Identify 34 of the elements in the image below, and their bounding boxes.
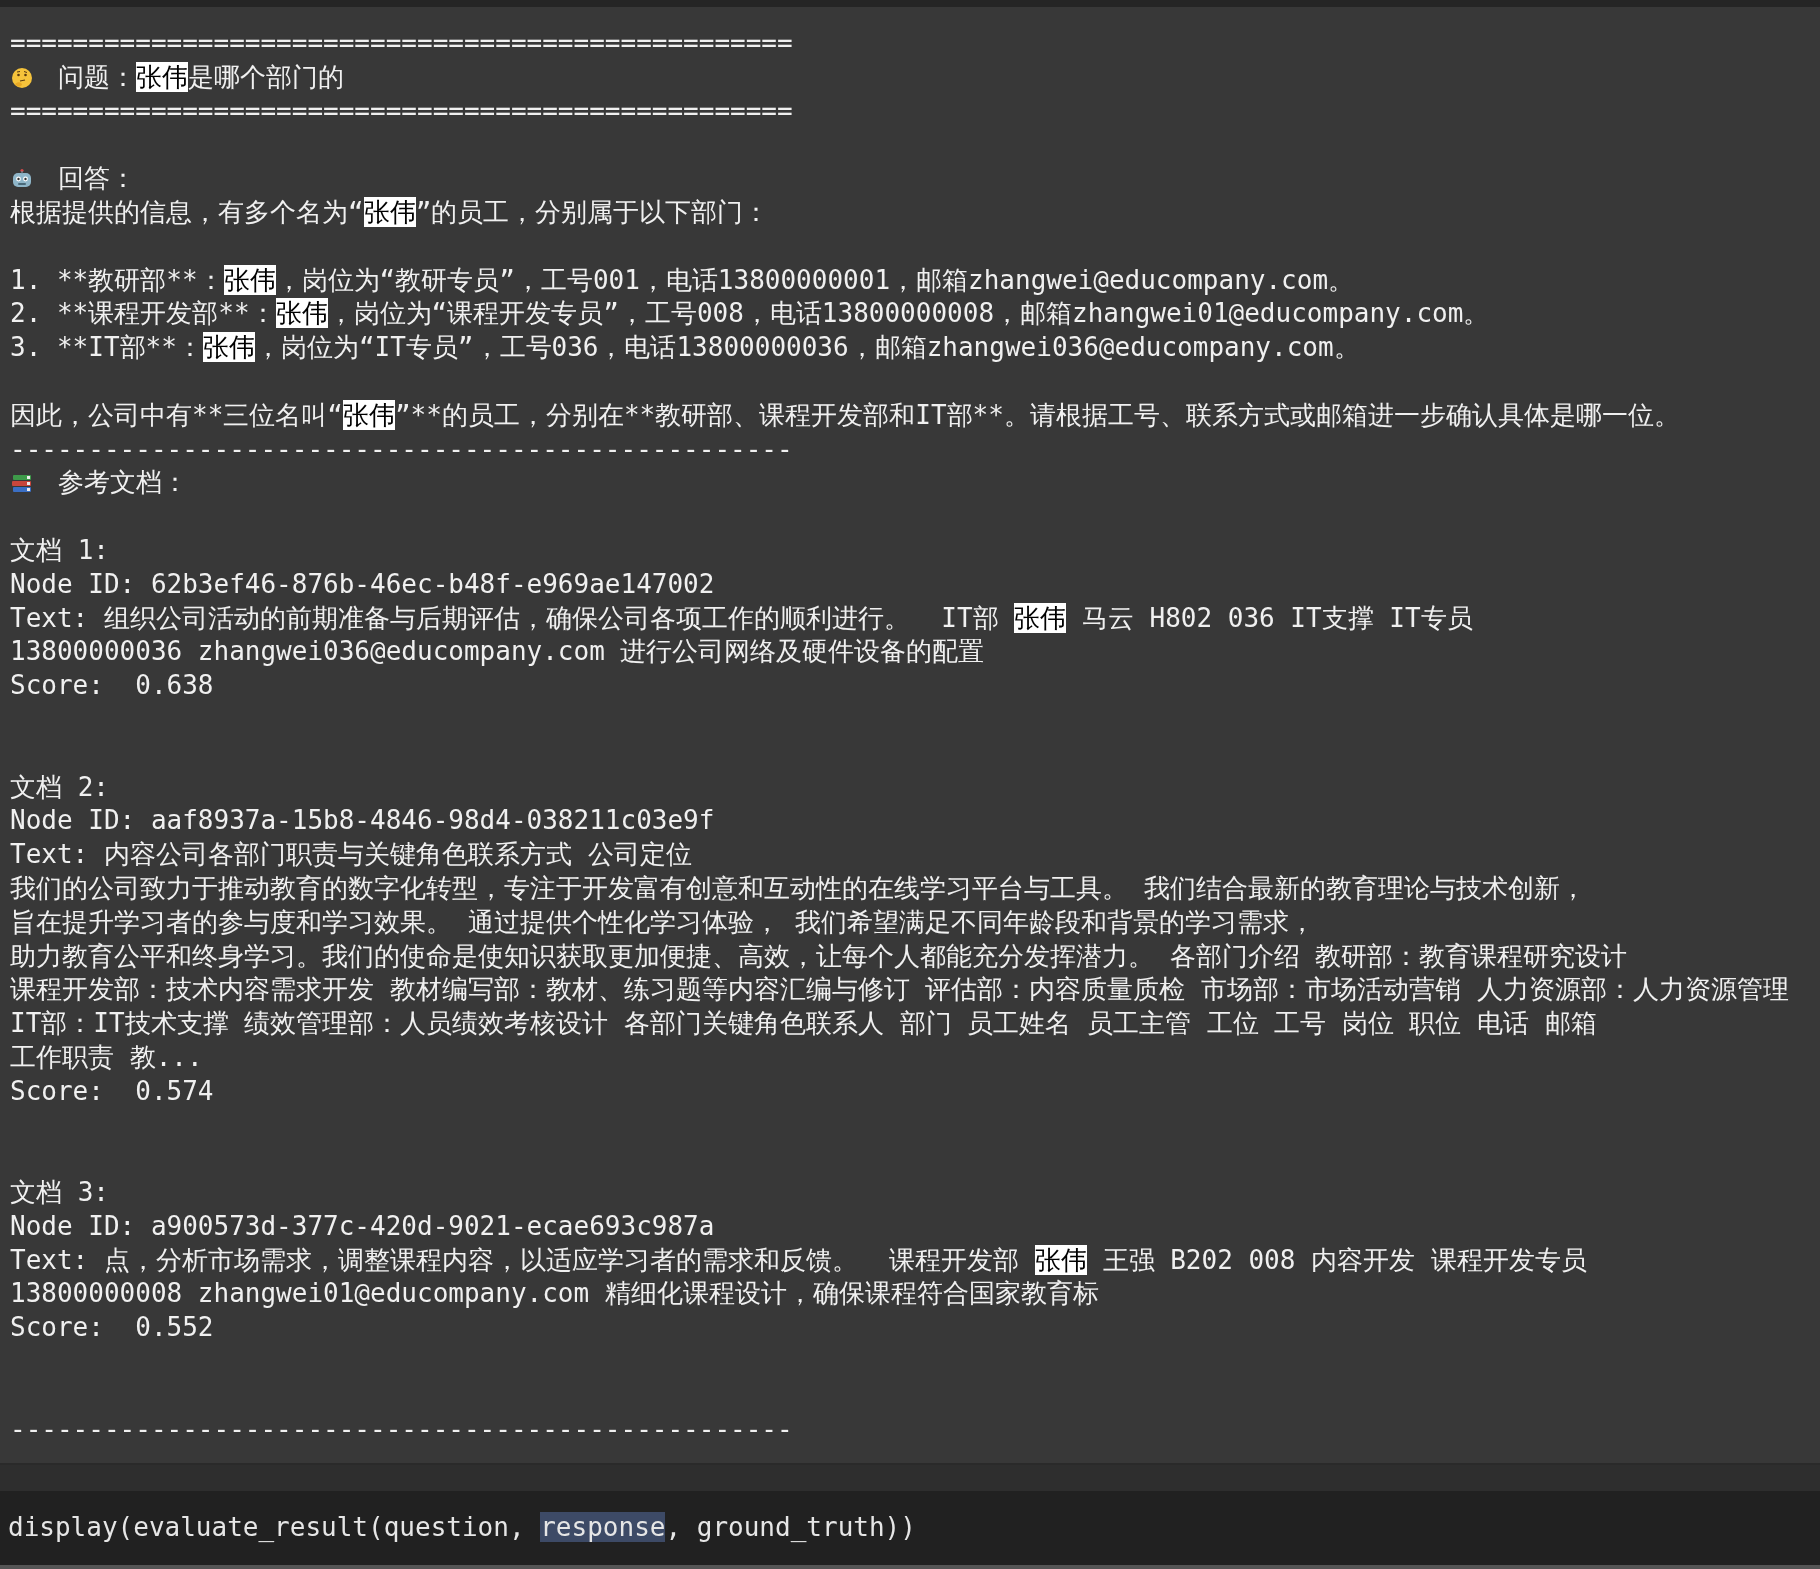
output-line: 3. **IT部**：张伟，岗位为“IT专员”，工号036，电话13800000036，邮箱zhangwei036@educompany.com。: [10, 331, 1360, 365]
output-line: --------------------------------------------------: [10, 1412, 793, 1446]
output-line: IT部：IT技术支撑 绩效管理部：人员绩效考核设计 各部门关键角色联系人 部门 员工姓名 员工主管 工位 工号 岗位 职位 电话 邮箱: [10, 1007, 1597, 1041]
output-line: 工作职责 教...: [10, 1040, 203, 1074]
output-line: 根据提供的信息，有多个名为“张伟”的员工，分别属于以下部门：: [10, 196, 770, 229]
output-line: Text: 点，分析市场需求，调整课程内容，以适应学习者的需求和反馈。 课程开发部 张伟 王强 B202 008 内容开发 课程开发专员: [10, 1243, 1587, 1277]
code-cell[interactable]: display(evaluate_result(question, response, ground_truth)): [0, 1491, 1820, 1569]
output-line: 1. **教研部**：张伟，岗位为“教研专员”，工号001，电话13800000001，邮箱zhangwei@educompany.com。: [10, 263, 1355, 297]
output-line: 2. **课程开发部**：张伟，岗位为“课程开发专员”，工号008，电话13800000008，邮箱zhangwei01@educompany.com。: [10, 297, 1490, 331]
output-line: 课程开发部：技术内容需求开发 教材编写部：教材、练习题等内容汇编与修订 评估部：内容质量质检 市场部：市场活动营销 人力资源部：人力资源管理: [10, 973, 1789, 1007]
output-line: Score: 0.552: [10, 1311, 214, 1345]
output-line: 文档 1:: [10, 533, 109, 567]
output-line: 我们的公司致力于推动教育的数字化转型，专注于开发富有创意和互动性的在线学习平台与工具。 我们结合最新的教育理论与技术创新，: [10, 871, 1586, 905]
output-line: 文档 3:: [10, 1176, 109, 1210]
output-line: ==================================================: [10, 94, 793, 128]
output-line: 文档 2:: [10, 770, 109, 804]
output-line: Node ID: a900573d-377c-420d-9021-ecae693c987a: [10, 1209, 715, 1243]
thinking-emoji-icon: [10, 65, 34, 90]
output-line: ==================================================: [10, 27, 793, 60]
output-line: 因此，公司中有**三位名叫“张伟”**的员工，分别在**教研部、课程开发部和IT部**。请根据工号、联系方式或邮箱进一步确认具体是哪一位。: [10, 398, 1680, 432]
output-line: Node ID: 62b3ef46-876b-46ec-b48f-e969ae147002: [10, 567, 715, 601]
output-line: Text: 组织公司活动的前期准备与后期评估，确保公司各项工作的顺利进行。 IT部 张伟 马云 H802 036 IT支撑 IT专员: [10, 601, 1473, 635]
output-line: 13800000036 zhangwei036@educompany.com 进行公司网络及硬件设备的配置: [10, 635, 985, 669]
output-line: Node ID: aaf8937a-15b8-4846-98d4-038211c03e9f: [10, 804, 715, 838]
output-line: 问题：张伟是哪个部门的: [56, 60, 344, 94]
output-line: Score: 0.574: [10, 1074, 214, 1108]
output-line: 旨在提升学习者的参与度和学习效果。 通过提供个性化学习体验， 我们希望满足不同年龄段和背景的学习需求，: [10, 905, 1316, 939]
output-line: 回答：: [56, 162, 136, 196]
output-line: 参考文档：: [56, 466, 188, 500]
output-line: Text: 内容公司各部门职责与关键角色联系方式 公司定位: [10, 838, 692, 872]
output-line: --------------------------------------------------: [10, 432, 793, 466]
output-line: Score: 0.638: [10, 669, 214, 703]
output-line: 助力教育公平和终身学习。我们的使命是使知识获取更加便捷、高效，让每个人都能充分发挥潜力。 各部门介绍 教研部：教育课程研究设计: [10, 939, 1628, 973]
output-line: 13800000008 zhangwei01@educompany.com 精细化课程设计，确保课程符合国家教育标: [10, 1277, 1099, 1311]
